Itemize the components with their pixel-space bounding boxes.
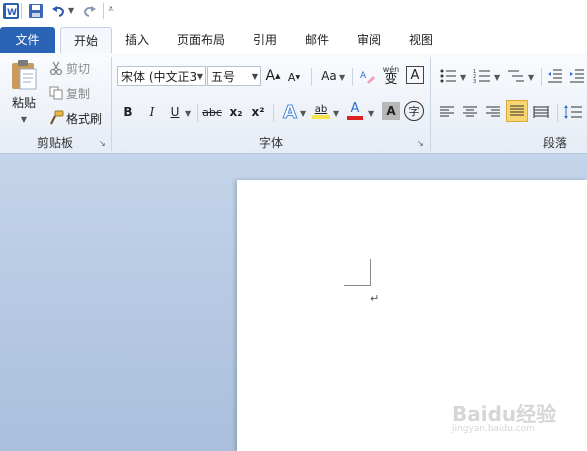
cut-icon[interactable] bbox=[48, 60, 64, 76]
bold-button[interactable]: B bbox=[120, 102, 136, 122]
font-color-dropdown-icon[interactable]: ▼ bbox=[368, 109, 374, 118]
divider bbox=[311, 68, 312, 86]
ribbon-tabs: 文件 开始 插入 页面布局 引用 邮件 审阅 视图 bbox=[0, 24, 587, 54]
cut-button[interactable]: 剪切 bbox=[66, 60, 90, 76]
redo-icon[interactable] bbox=[82, 3, 98, 19]
word-app-icon[interactable]: W bbox=[3, 3, 19, 19]
numbering-dropdown-icon[interactable]: ▼ bbox=[494, 73, 500, 82]
copy-button[interactable]: 复制 bbox=[66, 85, 90, 101]
paragraph-group-label: 段落 bbox=[542, 136, 567, 150]
text-effects-button[interactable]: A bbox=[280, 100, 300, 124]
group-divider bbox=[430, 57, 431, 151]
align-right-icon[interactable] bbox=[484, 102, 502, 122]
strikethrough-button[interactable]: abc bbox=[201, 102, 223, 122]
align-left-icon[interactable] bbox=[438, 102, 456, 122]
phonetic-guide-button[interactable]: wén 变 bbox=[380, 62, 402, 88]
italic-button[interactable]: I bbox=[144, 102, 160, 122]
clipboard-group-label: 剪贴板 bbox=[36, 136, 73, 150]
baidu-watermark-url: jingyan.baidu.com bbox=[452, 424, 536, 434]
clipboard-launcher-icon[interactable]: ↘ bbox=[99, 139, 106, 148]
font-name-value: 宋体 (中文正3 bbox=[121, 70, 198, 84]
divider bbox=[541, 68, 542, 86]
highlight-color-swatch bbox=[312, 114, 330, 119]
subscript-button[interactable]: x₂ bbox=[227, 102, 245, 122]
svg-text:3: 3 bbox=[473, 79, 476, 84]
change-case-dropdown-icon[interactable]: ▼ bbox=[339, 73, 345, 82]
grow-font-label: A bbox=[265, 68, 276, 84]
numbering-icon[interactable]: 123 bbox=[472, 66, 492, 86]
save-icon[interactable] bbox=[28, 3, 44, 19]
tab-mailings[interactable]: 邮件 bbox=[294, 27, 340, 53]
divider bbox=[557, 104, 558, 122]
shrink-font-button[interactable]: A ▼ bbox=[286, 68, 302, 86]
tab-references[interactable]: 引用 bbox=[242, 27, 288, 53]
multilevel-dropdown-icon[interactable]: ▼ bbox=[528, 73, 534, 82]
font-color-swatch bbox=[347, 116, 363, 120]
phonetic-char: 变 bbox=[384, 72, 398, 87]
paste-dropdown-icon[interactable]: ▼ bbox=[17, 113, 31, 125]
font-color-button[interactable]: A bbox=[345, 99, 365, 123]
multilevel-list-icon[interactable] bbox=[506, 66, 526, 86]
qat-divider bbox=[21, 3, 22, 19]
text-effects-dropdown-icon[interactable]: ▼ bbox=[300, 109, 306, 118]
format-painter-icon[interactable] bbox=[48, 110, 64, 126]
font-color-label: A bbox=[350, 101, 360, 116]
line-spacing-icon[interactable] bbox=[563, 102, 583, 122]
baidu-watermark: Baidu经验 bbox=[452, 402, 557, 426]
undo-dropdown-icon[interactable]: ▼ bbox=[68, 6, 74, 15]
highlight-dropdown-icon[interactable]: ▼ bbox=[333, 109, 339, 118]
font-size-dropdown-icon[interactable]: ▼ bbox=[252, 67, 258, 87]
font-name-dropdown-icon[interactable]: ▼ bbox=[197, 67, 203, 87]
font-size-combo[interactable]: 五号 ▼ bbox=[207, 66, 261, 86]
copy-icon[interactable] bbox=[48, 85, 64, 101]
svg-text:A: A bbox=[360, 71, 367, 81]
bullets-icon[interactable] bbox=[438, 66, 458, 86]
grow-arrow-icon: ▲ bbox=[275, 72, 281, 80]
clear-formatting-icon[interactable]: A bbox=[359, 66, 377, 86]
paste-icon[interactable] bbox=[6, 57, 42, 93]
qat-divider bbox=[103, 3, 104, 19]
tab-home[interactable]: 开始 bbox=[60, 27, 112, 54]
character-shading-button[interactable]: A bbox=[382, 102, 400, 120]
divider bbox=[197, 104, 198, 122]
underline-dropdown-icon[interactable]: ▼ bbox=[185, 109, 191, 118]
shrink-arrow-icon: ▼ bbox=[295, 73, 301, 81]
enclose-characters-button[interactable]: 字 bbox=[404, 101, 424, 121]
bullets-dropdown-icon[interactable]: ▼ bbox=[460, 73, 466, 82]
font-size-value: 五号 bbox=[211, 70, 236, 84]
format-painter-button[interactable]: 格式刷 bbox=[66, 110, 102, 126]
quick-access-toolbar: W ▼ ⩡ bbox=[0, 0, 587, 24]
font-name-combo[interactable]: 宋体 (中文正3 ▼ bbox=[117, 66, 206, 86]
svg-text:W: W bbox=[7, 8, 17, 18]
justify-icon[interactable] bbox=[506, 100, 528, 122]
undo-icon[interactable] bbox=[50, 3, 66, 19]
paste-button[interactable]: 粘贴 bbox=[6, 93, 42, 111]
distributed-align-icon[interactable] bbox=[532, 102, 550, 122]
margin-corner-mark bbox=[344, 259, 371, 286]
tab-file[interactable]: 文件 bbox=[0, 27, 55, 53]
ribbon-home: 粘贴 ▼ 剪切 复制 格式刷 剪贴板 ↘ 宋体 (中文正3 ▼ 五号 ▼ A ▲ … bbox=[0, 53, 587, 154]
underline-button[interactable]: U bbox=[167, 102, 183, 122]
tab-insert[interactable]: 插入 bbox=[114, 27, 160, 53]
paragraph-mark: ↵ bbox=[370, 292, 380, 305]
font-launcher-icon[interactable]: ↘ bbox=[417, 139, 424, 148]
highlight-label: ab bbox=[314, 103, 328, 115]
tab-page-layout[interactable]: 页面布局 bbox=[168, 27, 234, 53]
divider bbox=[352, 68, 353, 86]
divider bbox=[273, 104, 274, 122]
align-center-icon[interactable] bbox=[461, 102, 479, 122]
superscript-button[interactable]: x² bbox=[249, 102, 267, 122]
customize-qat-icon[interactable]: ⩡ bbox=[108, 4, 114, 15]
decrease-indent-icon[interactable] bbox=[546, 66, 564, 86]
shrink-font-label: A bbox=[287, 70, 296, 84]
change-case-button[interactable]: Aa bbox=[318, 66, 340, 86]
grow-font-button[interactable]: A ▲ bbox=[265, 66, 281, 86]
font-group-label: 字体 bbox=[258, 136, 283, 150]
tab-review[interactable]: 审阅 bbox=[346, 27, 392, 53]
character-border-button[interactable]: A bbox=[406, 66, 424, 84]
highlight-button[interactable]: ab bbox=[311, 99, 331, 123]
increase-indent-icon[interactable] bbox=[568, 66, 586, 86]
tab-view[interactable]: 视图 bbox=[398, 27, 444, 53]
